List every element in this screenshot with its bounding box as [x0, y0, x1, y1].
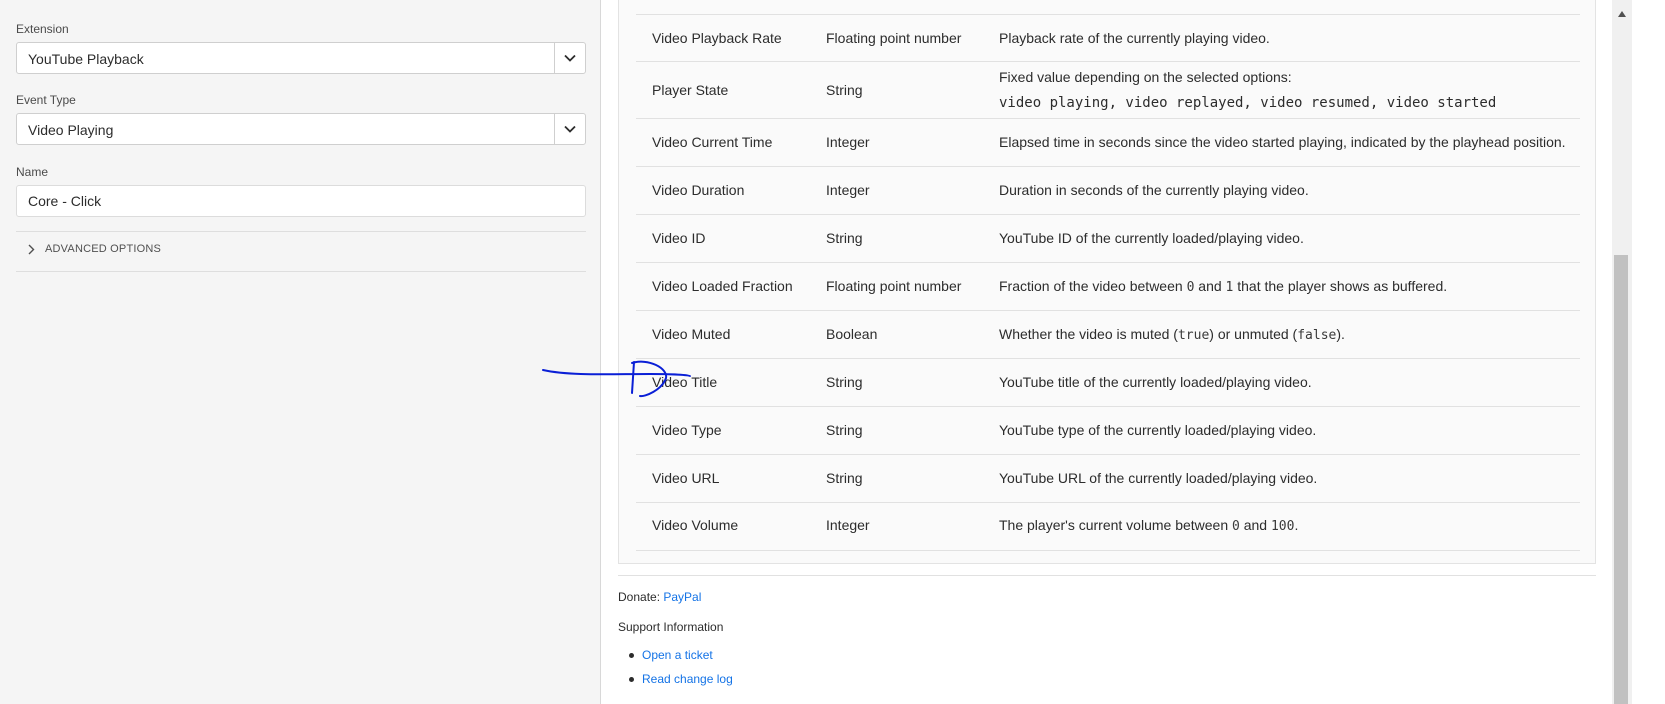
event-type-label: Event Type — [16, 93, 76, 107]
row-description: YouTube type of the currently loaded/pla… — [999, 422, 1317, 438]
support-links: Open a ticket Read change log — [629, 648, 733, 696]
donate-line: Donate: PayPal — [618, 590, 701, 604]
support-heading: Support Information — [618, 620, 724, 634]
row-name: Video ID — [652, 230, 706, 246]
table-row: Video Playback Rate Floating point numbe… — [636, 14, 1580, 62]
extension-dropdown-button[interactable] — [554, 43, 585, 73]
donate-label: Donate: — [618, 590, 661, 604]
row-type: Integer — [826, 134, 870, 150]
chevron-down-icon — [564, 54, 576, 62]
row-name: Player State — [652, 82, 729, 98]
divider — [16, 271, 586, 272]
table-row: Video Volume Integer The player's curren… — [636, 503, 1580, 551]
row-name: Video URL — [652, 470, 720, 486]
main-content: Video Playback Rate Floating point numbe… — [602, 0, 1612, 704]
extension-select[interactable]: YouTube Playback — [16, 42, 586, 74]
table-row: Video Title String YouTube title of the … — [636, 359, 1580, 407]
row-description-code: video playing, video replayed, video res… — [999, 95, 1497, 111]
table-row: Player State String Fixed value dependin… — [636, 62, 1580, 119]
row-name: Video Current Time — [652, 134, 773, 150]
advanced-options-label: ADVANCED OPTIONS — [45, 243, 162, 255]
row-name: Video Playback Rate — [652, 30, 782, 46]
row-type: String — [826, 230, 863, 246]
data-elements-table: Video Playback Rate Floating point numbe… — [618, 0, 1596, 564]
row-name: Video Volume — [652, 517, 739, 533]
row-description: The player's current volume between 0 an… — [999, 517, 1299, 534]
change-log-link[interactable]: Read change log — [642, 672, 733, 686]
row-description: Duration in seconds of the currently pla… — [999, 182, 1309, 198]
row-description: Fixed value depending on the selected op… — [999, 69, 1292, 85]
extension-label: Extension — [16, 22, 69, 36]
table-row: Video URL String YouTube URL of the curr… — [636, 455, 1580, 503]
row-name: Video Duration — [652, 182, 745, 198]
row-type: Floating point number — [826, 278, 962, 294]
row-name: Video Type — [652, 422, 722, 438]
row-description: YouTube ID of the currently loaded/playi… — [999, 230, 1304, 246]
row-description: Fraction of the video between 0 and 1 th… — [999, 278, 1448, 295]
name-label: Name — [16, 165, 49, 179]
row-name: Video Loaded Fraction — [652, 278, 793, 294]
advanced-options-toggle[interactable]: ADVANCED OPTIONS — [28, 243, 161, 255]
list-item: Open a ticket — [629, 648, 733, 662]
scrollbar-thumb[interactable] — [1614, 255, 1628, 704]
row-type: String — [826, 422, 863, 438]
event-type-select-value: Video Playing — [28, 122, 114, 138]
chevron-right-icon — [28, 244, 35, 254]
table-row: Video Loaded Fraction Floating point num… — [636, 263, 1580, 311]
name-input[interactable] — [16, 185, 586, 217]
divider — [618, 575, 1596, 576]
event-type-select[interactable]: Video Playing — [16, 113, 586, 145]
row-type: Floating point number — [826, 30, 962, 46]
chevron-down-icon — [564, 125, 576, 133]
left-panel: Extension YouTube Playback Event Type Vi… — [0, 0, 601, 704]
row-description: Whether the video is muted (true) or unm… — [999, 326, 1345, 343]
row-name: Video Title — [652, 374, 718, 390]
row-type: String — [826, 470, 863, 486]
divider — [16, 231, 586, 232]
row-type: String — [826, 374, 863, 390]
row-description: Playback rate of the currently playing v… — [999, 30, 1270, 46]
extension-select-value: YouTube Playback — [28, 51, 144, 67]
scroll-up-button[interactable] — [1618, 4, 1626, 22]
open-ticket-link[interactable]: Open a ticket — [642, 648, 713, 662]
table-row: Video ID String YouTube ID of the curren… — [636, 215, 1580, 263]
row-type: Integer — [826, 182, 870, 198]
row-name: Video Muted — [652, 326, 731, 342]
list-item: Read change log — [629, 672, 733, 686]
table-row: Video Current Time Integer Elapsed time … — [636, 119, 1580, 167]
row-description: YouTube title of the currently loaded/pl… — [999, 374, 1312, 390]
row-type: Boolean — [826, 326, 878, 342]
row-type: String — [826, 82, 863, 98]
triangle-up-icon — [1618, 11, 1626, 17]
row-description: Elapsed time in seconds since the video … — [999, 134, 1566, 150]
table-row: Video Duration Integer Duration in secon… — [636, 167, 1580, 215]
table-row: Video Type String YouTube type of the cu… — [636, 407, 1580, 455]
event-type-dropdown-button[interactable] — [554, 114, 585, 144]
row-type: Integer — [826, 517, 870, 533]
paypal-link[interactable]: PayPal — [663, 590, 701, 604]
row-description: YouTube URL of the currently loaded/play… — [999, 470, 1318, 486]
table-row: Video Muted Boolean Whether the video is… — [636, 311, 1580, 359]
